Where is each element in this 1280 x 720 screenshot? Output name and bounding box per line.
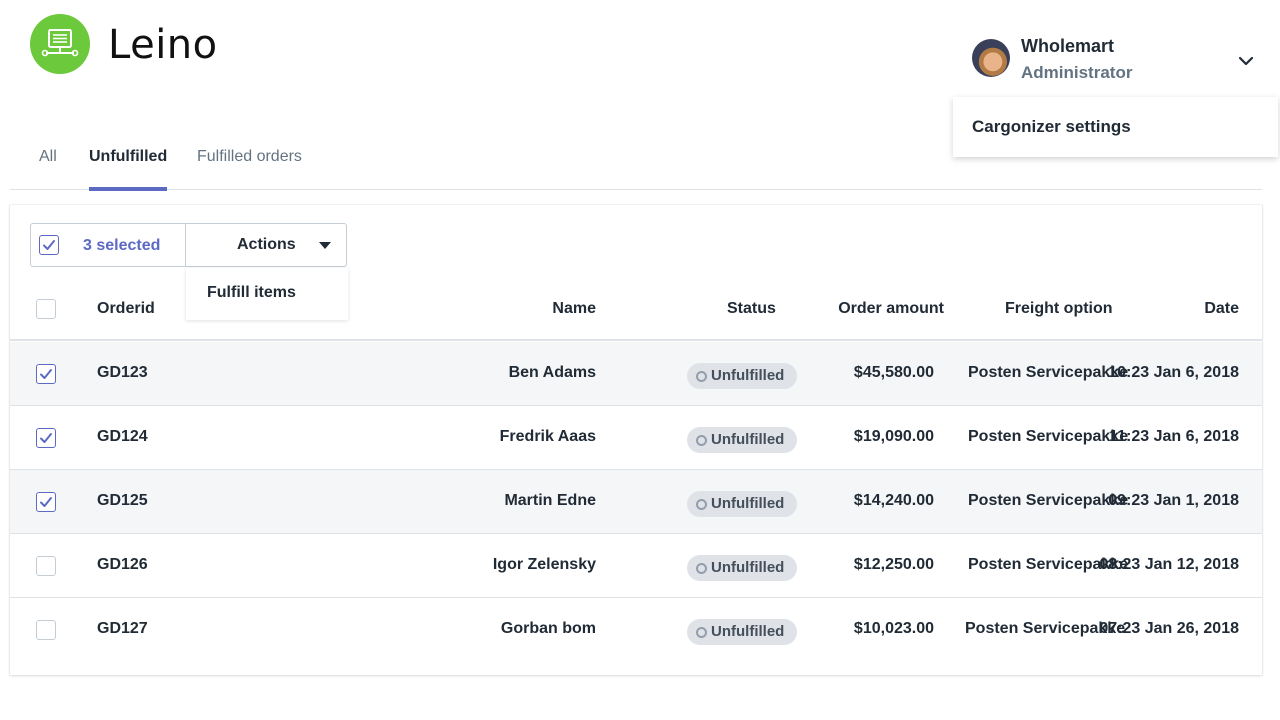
avatar (972, 39, 1010, 77)
status-label: Unfulfilled (711, 559, 785, 576)
checkmark-icon (40, 497, 52, 507)
circle-outline-icon (696, 627, 707, 638)
orders-card: 3 selected Actions Fulfill items Orderid… (10, 205, 1262, 675)
cell-amount: $14,240.00 (853, 492, 934, 509)
caret-down-icon (319, 242, 331, 249)
checkmark-icon (40, 433, 52, 443)
tab-fulfilled-orders[interactable]: Fulfilled orders (197, 148, 302, 190)
col-orderid[interactable]: Orderid (97, 300, 155, 318)
status-badge: Unfulfilled (687, 619, 797, 645)
cell-amount: $45,580.00 (853, 364, 934, 381)
col-freight-option[interactable]: Freight option (1005, 300, 1113, 318)
user-role: Administrator (1021, 63, 1133, 82)
cell-orderid[interactable]: GD127 (97, 620, 148, 638)
cell-orderid[interactable]: GD126 (97, 556, 148, 574)
row-checkbox[interactable] (36, 556, 56, 576)
header-checkbox[interactable] (36, 299, 56, 319)
cell-amount: $19,090.00 (853, 428, 934, 445)
cell-orderid[interactable]: GD124 (97, 428, 148, 446)
cell-date: 08:23 Jan 12, 2018 (1099, 556, 1239, 573)
chevron-down-icon[interactable] (1237, 52, 1255, 70)
actions-button[interactable]: Actions (186, 224, 346, 266)
selected-count: 3 selected (83, 237, 161, 254)
cell-orderid[interactable]: GD123 (97, 364, 148, 382)
cell-date: 07:23 Jan 26, 2018 (1099, 620, 1239, 637)
circle-outline-icon (696, 563, 707, 574)
cell-name: Fredrik Aaas (499, 428, 596, 445)
menu-item-cargonizer-settings[interactable]: Cargonizer settings (972, 117, 1131, 137)
col-name[interactable]: Name (496, 300, 596, 318)
cell-name: Martin Edne (504, 492, 596, 509)
user-name: Wholemart (1021, 36, 1115, 56)
cell-date: 09:23 Jan 1, 2018 (1108, 492, 1239, 509)
checkmark-icon (43, 240, 55, 250)
user-menu[interactable]: Wholemart Administrator (970, 36, 1260, 86)
col-status[interactable]: Status (727, 300, 776, 318)
status-label: Unfulfilled (711, 495, 785, 512)
status-badge: Unfulfilled (687, 363, 797, 389)
checkmark-icon (40, 369, 52, 379)
status-label: Unfulfilled (711, 623, 785, 640)
table-row[interactable]: GD126 Igor Zelensky Unfulfilled $12,250.… (10, 534, 1262, 598)
cell-name: Gorban bom (500, 620, 596, 637)
table-row[interactable]: GD127 Gorban bom Unfulfilled $10,023.00 … (10, 598, 1262, 662)
select-all-checkbox[interactable] (39, 235, 59, 255)
row-checkbox[interactable] (36, 620, 56, 640)
actions-label: Actions (237, 236, 296, 253)
app-name: Leino (108, 22, 218, 68)
status-badge: Unfulfilled (687, 555, 797, 581)
table-row[interactable]: GD124 Fredrik Aaas Unfulfilled $19,090.0… (10, 406, 1262, 470)
table-row[interactable]: GD125 Martin Edne Unfulfilled $14,240.00… (10, 470, 1262, 534)
circle-outline-icon (696, 435, 707, 446)
cell-date: 11:23 Jan 6, 2018 (1109, 428, 1239, 445)
col-order-amount[interactable]: Order amount (820, 300, 944, 318)
app-logo (30, 14, 90, 74)
cell-date: 10:23 Jan 6, 2018 (1108, 364, 1239, 381)
status-label: Unfulfilled (711, 431, 785, 448)
cell-amount: $12,250.00 (853, 556, 934, 573)
order-tabs: All Unfulfilled Fulfilled orders (10, 140, 1262, 191)
cell-name: Igor Zelensky (492, 556, 596, 573)
status-label: Unfulfilled (711, 367, 785, 384)
tab-all[interactable]: All (39, 148, 57, 190)
row-checkbox[interactable] (36, 428, 56, 448)
row-checkbox[interactable] (36, 364, 56, 384)
tab-unfulfilled[interactable]: Unfulfilled (89, 148, 168, 191)
row-checkbox[interactable] (36, 492, 56, 512)
menu-item-fulfill-items[interactable]: Fulfill items (207, 284, 296, 302)
table-row[interactable]: GD123 Ben Adams Unfulfilled $45,580.00 P… (10, 342, 1262, 406)
circle-outline-icon (696, 499, 707, 510)
col-date[interactable]: Date (1110, 300, 1239, 318)
bulk-actions-bar: 3 selected Actions (30, 223, 347, 267)
monitor-icon (41, 29, 79, 57)
cell-amount: $10,023.00 (853, 620, 934, 637)
circle-outline-icon (696, 371, 707, 382)
cell-orderid[interactable]: GD125 (97, 492, 148, 510)
status-badge: Unfulfilled (687, 491, 797, 517)
actions-menu: Fulfill items (186, 268, 348, 320)
cell-name: Ben Adams (508, 364, 596, 381)
status-badge: Unfulfilled (687, 427, 797, 453)
